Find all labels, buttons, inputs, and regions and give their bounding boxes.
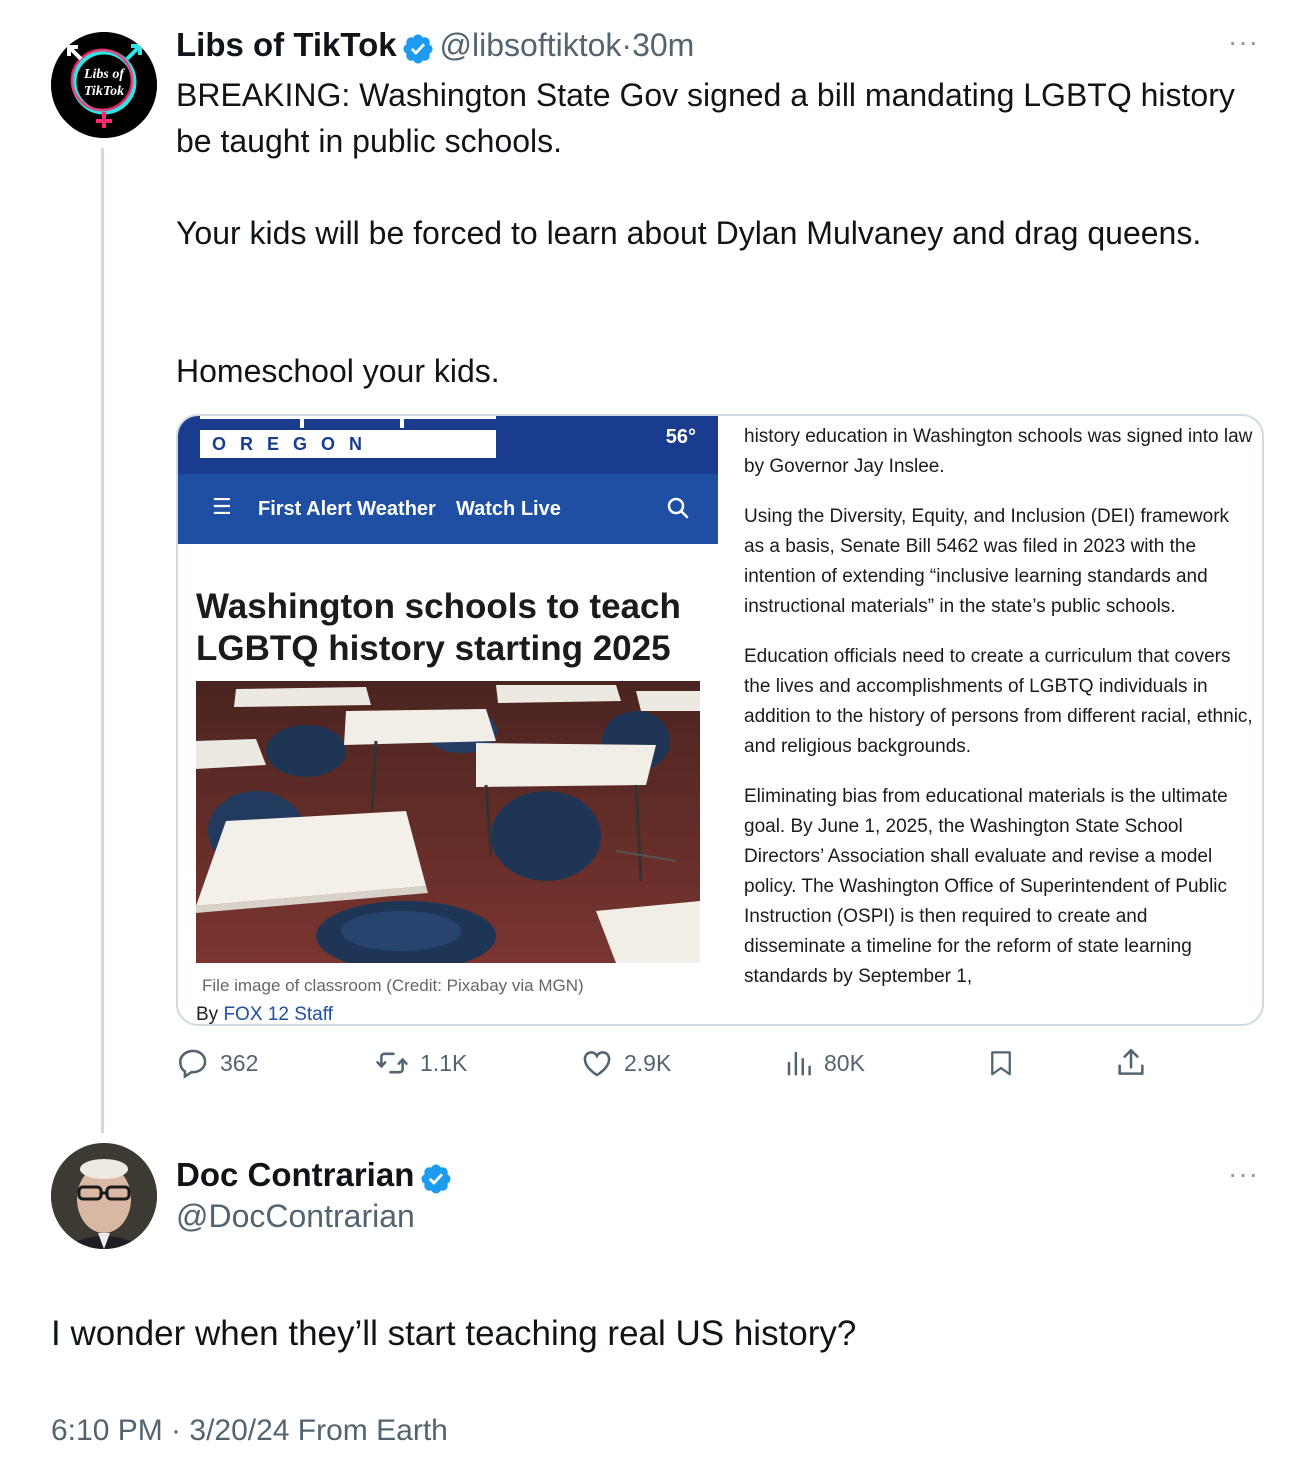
reply-count: 362 — [220, 1049, 259, 1076]
tweet-time[interactable]: 30m — [632, 27, 694, 63]
avatar-text-line2: TikTok — [83, 84, 125, 99]
share-button[interactable] — [1114, 1046, 1148, 1080]
station-name: OREGON — [200, 430, 496, 458]
libs-of-tiktok-avatar[interactable]: Libs of TikTok — [51, 32, 157, 138]
analytics-icon — [787, 1051, 811, 1076]
avatar-text-line1: Libs of — [83, 67, 125, 82]
weather-temperature[interactable]: 56° — [666, 426, 696, 449]
share-icon — [1118, 1048, 1144, 1075]
nav-first-alert-weather[interactable]: First Alert Weather — [258, 498, 436, 521]
reply-timestamp[interactable]: 6:10 PM · 3/20/24 From Earth — [51, 1414, 448, 1448]
classroom-desks-image — [196, 681, 700, 963]
thread-connector-line — [101, 148, 104, 1133]
like-button[interactable]: 2.9K — [580, 1046, 671, 1080]
views-button[interactable]: 80K — [784, 1046, 865, 1080]
author-handle[interactable]: @libsoftiktok — [440, 27, 622, 63]
reply-icon — [178, 1049, 207, 1079]
profile-photo-icon — [51, 1143, 157, 1249]
reply-author-name[interactable]: Doc Contrarian — [176, 1156, 414, 1193]
byline-prefix: By — [196, 1004, 224, 1025]
article-body-paragraph-1: history education in Washington schools … — [744, 426, 1253, 477]
repost-icon — [376, 1052, 408, 1074]
search-icon[interactable] — [666, 496, 690, 520]
image-caption: File image of classroom (Credit: Pixabay… — [202, 976, 584, 995]
article-left-panel: OREGON 56° ☰ First Alert Weather Watch L… — [178, 416, 718, 1025]
reply-author-row: Doc Contrarian — [176, 1156, 453, 1201]
tweet-text-paragraph-2: Your kids will be forced to learn about … — [176, 215, 1202, 251]
article-byline: By FOX 12 Staff — [196, 1004, 333, 1025]
article-body-paragraph-2: Using the Diversity, Equity, and Inclusi… — [744, 506, 1230, 617]
bookmark-icon — [991, 1051, 1011, 1076]
station-nav-bar: ☰ First Alert Weather Watch Live — [178, 474, 718, 544]
author-name[interactable]: Libs of TikTok — [176, 26, 397, 63]
original-tweet-header: Libs of TikTok @libsoftiktok·30m — [176, 26, 694, 71]
reply-more-options-icon[interactable]: ··· — [1228, 1158, 1259, 1190]
heart-icon — [583, 1051, 611, 1077]
doc-contrarian-avatar[interactable] — [51, 1143, 157, 1249]
like-count: 2.9K — [624, 1049, 672, 1076]
nav-watch-live[interactable]: Watch Live — [456, 498, 561, 521]
reply-verified-badge-icon — [419, 1162, 453, 1201]
station-header: OREGON 56° — [178, 416, 718, 474]
bookmark-button[interactable] — [986, 1046, 1016, 1080]
article-headline: Washington schools to teach LGBTQ histor… — [196, 587, 681, 668]
hamburger-menu-icon[interactable]: ☰ — [212, 494, 232, 520]
tweet-text-paragraph-3: Homeschool your kids. — [176, 353, 500, 389]
classroom-photo — [196, 681, 700, 963]
reply-button[interactable]: 362 — [176, 1046, 258, 1080]
repost-count: 1.1K — [420, 1049, 468, 1076]
article-screenshot-card[interactable]: OREGON 56° ☰ First Alert Weather Watch L… — [176, 414, 1264, 1026]
reply-author-handle[interactable]: @DocContrarian — [176, 1198, 415, 1235]
repost-button[interactable]: 1.1K — [374, 1046, 467, 1080]
tweet-text-paragraph-1: BREAKING: Washington State Gov signed a … — [176, 77, 1235, 159]
article-body-paragraph-3: Education officials need to create a cur… — [744, 646, 1253, 757]
article-body-text: history education in Washington schools … — [744, 422, 1254, 1012]
more-options-icon[interactable]: ··· — [1228, 26, 1259, 58]
fox-logo-fragment-icon — [200, 416, 496, 428]
views-count: 80K — [824, 1049, 865, 1076]
verified-badge-icon — [401, 32, 435, 71]
article-body-paragraph-4: Eliminating bias from educational materi… — [744, 786, 1228, 987]
header-separator: · — [621, 27, 633, 63]
reply-tweet-text: I wonder when they’ll start teaching rea… — [51, 1314, 857, 1353]
byline-author-link[interactable]: FOX 12 Staff — [223, 1004, 332, 1024]
